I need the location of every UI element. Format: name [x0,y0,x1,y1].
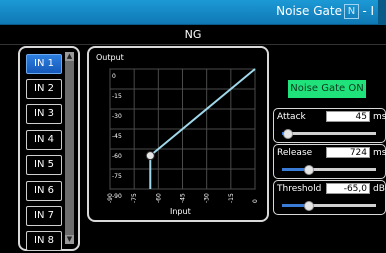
x-tick-label: -30 [204,193,211,203]
section-header: NG [0,25,386,45]
x-tick-label: -90 [107,193,114,203]
gate-curve-graph: Output Input 0 -15 -30 -45 -60 -75 -90 -90 -75 -6… [87,46,269,222]
attack-value-field[interactable]: 45 [326,111,370,122]
title-tail: - I [362,4,374,18]
x-tick-label: -15 [228,193,235,203]
attack-slider-track[interactable] [282,129,376,139]
release-value-field[interactable]: 724 [326,147,370,158]
y-tick-label: 0 [112,73,116,80]
attack-slider-knob[interactable] [282,129,293,139]
y-tick-label: -30 [112,113,122,120]
threshold-handle[interactable] [145,151,155,161]
release-slider-knob[interactable] [304,165,315,175]
x-tick-label: -60 [155,193,162,203]
attack-unit: ms [373,112,386,122]
threshold-panel: Threshold -65,0 dBu [273,180,386,215]
threshold-value-field[interactable]: -65,0 [326,183,370,194]
release-slider-track[interactable] [282,165,376,175]
input-button-2[interactable]: IN 2 [26,79,62,99]
input-button-3[interactable]: IN 3 [26,104,62,124]
window-title: Noise Gate [276,4,342,18]
input-button-5[interactable]: IN 5 [26,155,62,175]
threshold-slider-knob[interactable] [304,201,315,211]
window-edge [378,0,386,24]
scroll-down-arrow-icon[interactable]: ▼ [65,235,74,244]
threshold-slider-track[interactable] [282,201,376,211]
input-list: IN 1 IN 2 IN 3 IN 4 IN 5 IN 6 IN 7 IN 8 … [18,46,80,251]
threshold-unit: dBu [373,184,386,194]
attack-panel: Attack 45 ms [273,108,386,143]
y-tick-label: -45 [112,133,122,140]
release-unit: ms [373,148,386,158]
scroll-up-arrow-icon[interactable]: ▲ [65,52,74,61]
n-icon[interactable]: N [344,4,359,19]
threshold-label: Threshold [277,184,322,194]
x-tick-label: -75 [131,193,138,203]
x-tick-label: -45 [180,193,187,203]
release-label: Release [277,148,313,158]
gate-curve-plot: 0-15-30-45-60-75-90-90 -75 -60 -45 -30 -15 0 [107,68,259,203]
title-bar: Noise Gate N - I [0,0,386,25]
input-list-scrollbar[interactable]: ▲ ▼ [65,52,74,244]
input-button-4[interactable]: IN 4 [26,130,62,150]
x-tick-label: 0 [252,199,259,203]
input-button-8[interactable]: IN 8 [26,231,62,251]
y-tick-label: -15 [112,93,122,100]
noise-gate-toggle-button[interactable]: Noise Gate ON [288,80,366,98]
input-button-7[interactable]: IN 7 [26,206,62,226]
release-panel: Release 724 ms [273,144,386,179]
input-button-6[interactable]: IN 6 [26,181,62,201]
y-tick-label: -60 [112,153,122,160]
input-button-1[interactable]: IN 1 [26,54,62,74]
attack-label: Attack [277,112,306,122]
y-tick-label: -75 [112,173,122,180]
